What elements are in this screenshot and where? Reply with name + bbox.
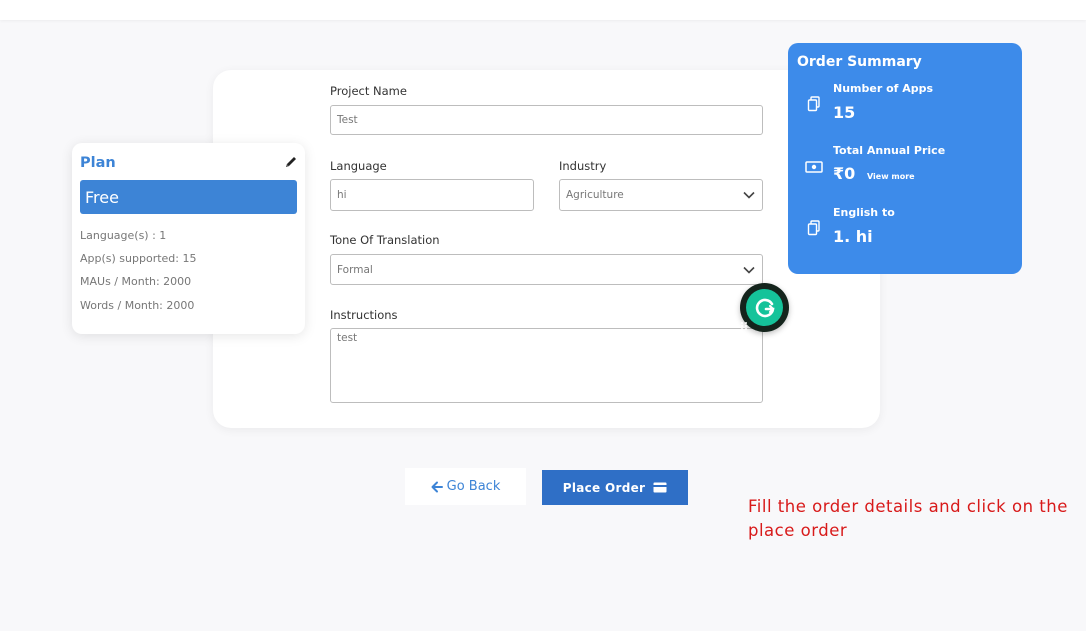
plan-languages: Language(s) : 1 xyxy=(80,229,167,242)
industry-select[interactable]: Agriculture xyxy=(559,179,763,211)
apps-count-value: 15 xyxy=(833,103,856,122)
plan-words: Words / Month: 2000 xyxy=(80,299,195,312)
plan-title: Plan xyxy=(80,155,116,171)
instructions-label: Instructions xyxy=(330,308,398,322)
chevron-down-icon xyxy=(743,266,755,274)
go-back-label: Go Back xyxy=(446,479,501,494)
credit-card-icon xyxy=(653,482,667,493)
arrow-left-icon xyxy=(431,481,443,492)
pencil-icon[interactable] xyxy=(284,155,298,169)
annual-price-label: Total Annual Price xyxy=(833,144,946,157)
plan-maus: MAUs / Month: 2000 xyxy=(80,275,192,288)
go-back-button[interactable]: Go Back xyxy=(405,468,526,505)
annual-price-value: ₹0 xyxy=(833,164,856,183)
target-languages-value: 1. hi xyxy=(833,227,873,246)
view-more-link[interactable]: View more xyxy=(867,172,915,181)
order-summary-title: Order Summary xyxy=(797,54,922,70)
order-form-card: Project Name Test Language hi Industry A… xyxy=(213,70,880,428)
plan-name-badge: Free xyxy=(80,180,297,214)
drag-handle-icon[interactable] xyxy=(739,320,749,332)
target-languages-label: English to xyxy=(833,206,895,219)
place-order-label: Place Order xyxy=(562,480,646,495)
industry-label: Industry xyxy=(559,159,607,173)
place-order-button[interactable]: Place Order xyxy=(542,470,688,505)
tone-select[interactable]: Formal xyxy=(330,254,763,285)
money-icon xyxy=(805,161,823,173)
grammarly-icon xyxy=(746,289,783,326)
copy-icon xyxy=(807,220,820,236)
tone-label: Tone Of Translation xyxy=(330,233,440,247)
chevron-down-icon xyxy=(743,191,755,199)
top-bar xyxy=(0,0,1086,20)
tone-value: Formal xyxy=(337,263,373,276)
order-summary-card: Order Summary Number of Apps 15 Total An… xyxy=(788,43,1022,274)
instruction-annotation: Fill the order details and click on the … xyxy=(748,497,1068,540)
project-name-input[interactable]: Test xyxy=(330,105,763,135)
language-label: Language xyxy=(330,159,387,173)
plan-apps: App(s) supported: 15 xyxy=(80,252,197,265)
instructions-textarea[interactable]: test xyxy=(330,328,763,403)
project-name-label: Project Name xyxy=(330,84,407,98)
plan-card: Plan Free Language(s) : 1 App(s) support… xyxy=(72,143,305,334)
copy-icon xyxy=(807,96,820,112)
apps-count-label: Number of Apps xyxy=(833,82,934,95)
industry-value: Agriculture xyxy=(566,189,624,201)
language-input[interactable]: hi xyxy=(330,179,534,211)
